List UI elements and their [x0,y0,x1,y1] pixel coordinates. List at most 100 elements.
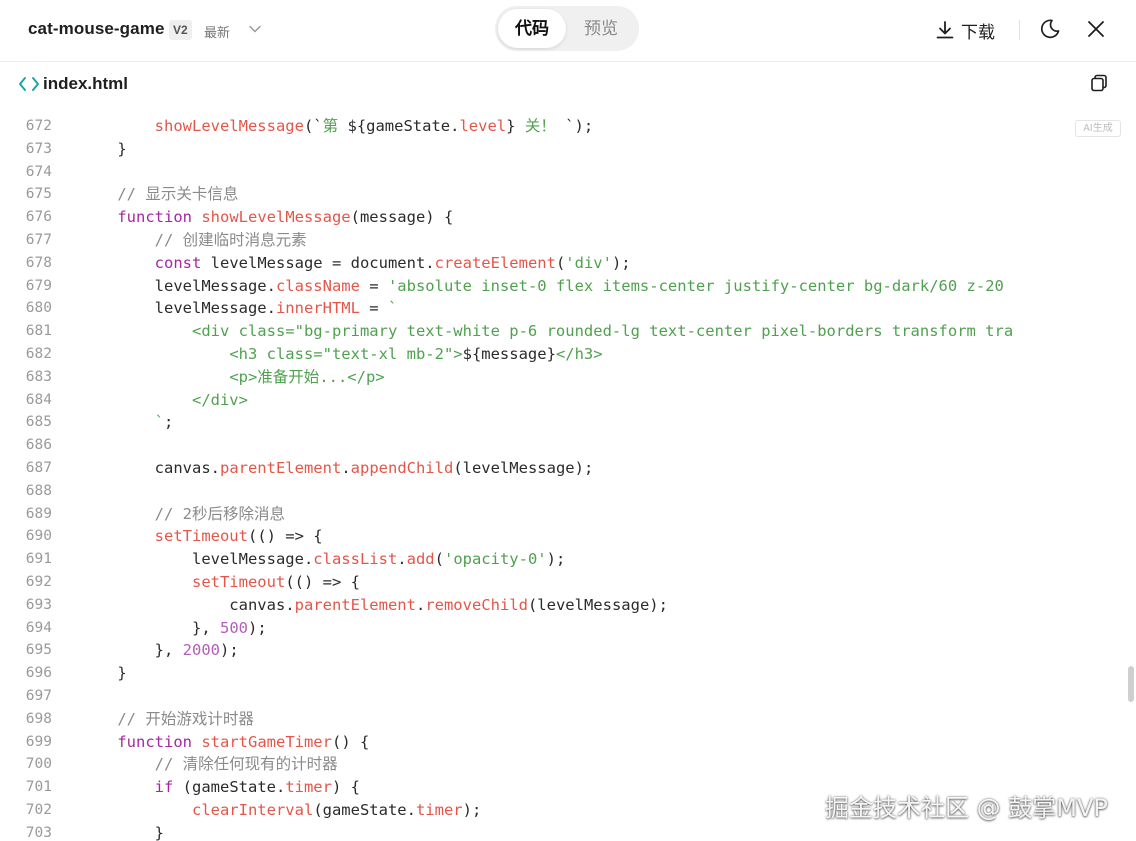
code-token: (() => { [247,527,323,546]
code-token: // 创建临时消息元素 [154,230,307,249]
code-token: if [154,778,174,797]
code-token: }, [80,618,220,637]
code-token: (() => { [285,572,360,591]
code-editor[interactable]: 672 showLevelMessage(`第 ${gameState.leve… [0,106,1136,841]
code-token: ${message} [462,344,556,363]
code-token: parentElement [219,458,342,477]
code-text: showLevelMessage(`第 ${gameState.level} 关… [80,115,594,138]
code-token: }, [80,641,183,660]
code-token: . [397,550,407,569]
code-token: className [275,276,360,295]
code-text: levelMessage.classList.add('opacity-0'); [80,548,565,571]
code-token: 2000 [182,641,220,660]
code-token: timer [415,800,463,819]
line-number: 672 [25,118,52,134]
line-number: 674 [25,163,52,180]
code-token: setTimeout [191,572,286,591]
code-token: levelMessage. [80,276,276,295]
code-token: 关！ [524,117,566,135]
code-text: // 创建临时消息元素 [80,229,307,252]
code-token: // 显示关卡信息 [117,185,239,204]
code-token: levelMessage = document. [201,253,435,272]
line-number: 689 [25,505,52,522]
line-number: 673 [25,140,52,157]
code-token: 'opacity-0' [443,550,547,569]
tab-preview[interactable]: 预览 [567,9,635,48]
close-icon[interactable] [1084,17,1108,41]
line-number: 694 [25,619,52,636]
code-token: createElement [434,253,556,272]
scrollbar-thumb[interactable] [1128,666,1134,702]
ai-generated-badge: AI生成 [1075,120,1121,137]
code-token: </h3> [555,344,603,363]
code-token: ( [434,550,444,569]
line-number: 698 [25,710,52,727]
code-token: () { [331,732,370,751]
line-number: 676 [25,209,52,226]
moon-icon[interactable] [1038,17,1062,41]
code-token: . [415,595,426,614]
code-token: innerHTML [275,299,360,318]
code-token: = [359,299,388,318]
line-number: 686 [25,437,52,454]
code-text: function showLevelMessage(message) { [80,206,453,229]
code-token: appendChild [350,458,454,477]
code-token: startGameTimer [201,732,332,751]
line-number: 690 [25,528,52,545]
code-text: // 显示关卡信息 [80,183,238,206]
version-badge[interactable]: V2 [169,20,192,40]
code-token: (levelMessage); [527,595,668,614]
code-token: add [406,550,435,569]
code-token: <h3 class="text-xl mb-2"> [229,344,463,363]
line-number: 697 [25,687,52,704]
chevron-down-icon[interactable] [248,22,262,36]
code-token: (gameState. [313,800,416,819]
download-icon [936,21,954,39]
code-token: <div class="bg-primary text-white p-6 ro… [191,322,1014,341]
code-text: }, 2000); [80,639,239,662]
code-token: 'div' [565,253,612,272]
code-text: }, 500); [80,617,267,640]
code-token: setTimeout [154,527,248,546]
code-token: `); [565,117,594,135]
line-number: 685 [25,414,52,431]
code-text: <h3 class="text-xl mb-2">${message}</h3> [80,343,603,366]
code-token: </div> [191,390,248,409]
code-token: // 开始游戏计时器 [117,709,254,728]
line-number: 695 [25,642,52,659]
code-token: 第 [322,117,348,135]
line-number: 675 [25,186,52,203]
line-number: 699 [25,733,52,750]
code-text: setTimeout(() => { [80,525,323,548]
code-token: 'absolute inset-0 flex items-center just… [387,276,1004,295]
tab-code[interactable]: 代码 [498,9,566,48]
code-text: function startGameTimer() { [80,731,369,754]
code-text: // 2秒后移除消息 [80,503,285,526]
copy-icon[interactable] [1089,73,1109,93]
download-button[interactable]: 下载 [934,16,995,44]
line-number: 701 [25,779,52,796]
scrollbar-track[interactable] [1126,106,1136,841]
line-number: 681 [25,323,52,340]
file-name[interactable]: index.html [43,74,128,94]
code-token: (message) { [350,208,454,227]
code-token: . [341,458,351,477]
line-number: 703 [25,824,52,841]
code-token: levelMessage. [80,550,314,569]
code-token: classList [313,550,398,569]
line-number: 700 [25,756,52,773]
code-token: ` [387,299,398,318]
code-text: } [80,662,126,685]
code-text: levelMessage.className = 'absolute inset… [80,275,1004,298]
code-token: ` [154,413,164,432]
